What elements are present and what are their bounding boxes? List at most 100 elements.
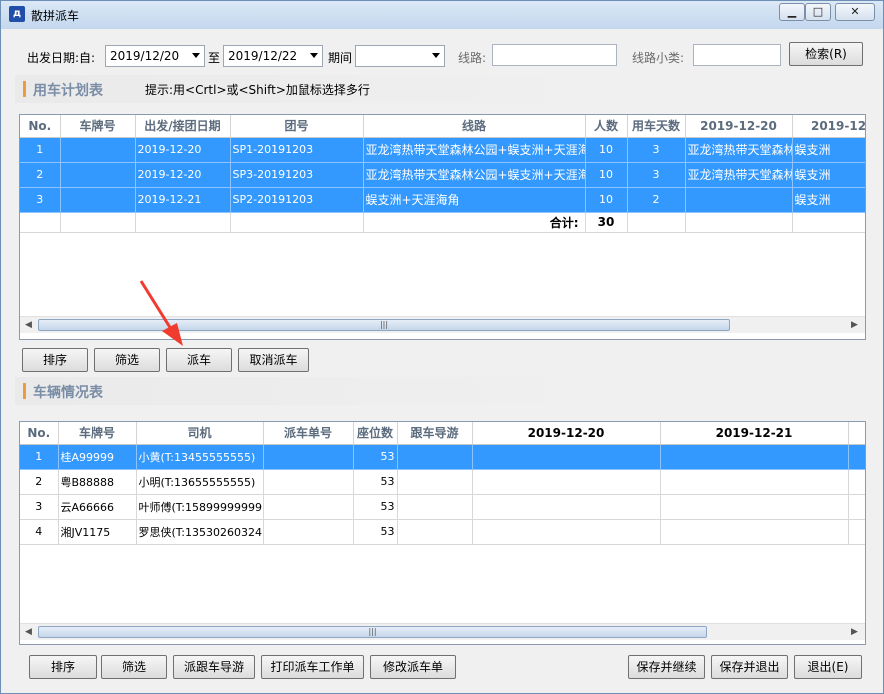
col-plate[interactable]: 车牌号 bbox=[58, 422, 137, 445]
col-day1[interactable]: 2019-12-20 bbox=[685, 115, 793, 138]
cell-plate: 湘JV1175 bbox=[58, 519, 137, 545]
save-continue-button[interactable]: 保存并继续 bbox=[628, 655, 705, 679]
scroll-right-icon[interactable]: ▶ bbox=[846, 624, 863, 640]
cell-date: 2019-12-20 bbox=[135, 162, 231, 188]
cell-seats: 53 bbox=[353, 519, 398, 545]
cell-plate bbox=[60, 137, 136, 163]
cell-driver: 叶师傅(T:15899999999) bbox=[136, 494, 264, 520]
edit-order-button[interactable]: 修改派车单 bbox=[370, 655, 456, 679]
total-label: 合计: bbox=[363, 212, 586, 233]
table-row[interactable]: 4 湘JV1175 罗思侠(T:13530260324) 53 bbox=[20, 519, 865, 545]
vehicle-section-title: 车辆情况表 bbox=[33, 385, 103, 401]
plan-table-header: No. 车牌号 出发/接团日期 团号 线路 人数 用车天数 2019-12-20… bbox=[20, 115, 865, 138]
cell-people: 10 bbox=[585, 137, 628, 163]
maximize-button[interactable]: □ bbox=[805, 3, 831, 21]
cell-guide bbox=[397, 469, 473, 495]
route-label: 线路: bbox=[458, 51, 487, 65]
date-from-picker[interactable]: 2019/12/20 bbox=[105, 45, 205, 67]
col-guide[interactable]: 跟车导游 bbox=[397, 422, 473, 445]
vehicle-h-scrollbar[interactable]: ◀ ||| ▶ bbox=[20, 623, 865, 640]
vehicle-table-header: No. 车牌号 司机 派车单号 座位数 跟车导游 2019-12-20 2019… bbox=[20, 422, 865, 445]
cell-day2 bbox=[660, 444, 849, 470]
cell-no: 4 bbox=[20, 519, 59, 545]
route-input[interactable] bbox=[492, 44, 617, 66]
col-group[interactable]: 团号 bbox=[230, 115, 364, 138]
col-days[interactable]: 用车天数 bbox=[627, 115, 686, 138]
total-value: 30 bbox=[585, 212, 628, 233]
cell-people: 10 bbox=[585, 187, 628, 213]
dispatch-button[interactable]: 派车 bbox=[166, 348, 232, 372]
cell-order bbox=[263, 469, 354, 495]
close-button[interactable]: ✕ bbox=[835, 3, 875, 21]
cell-days: 3 bbox=[627, 162, 686, 188]
print-order-button[interactable]: 打印派车工作单 bbox=[261, 655, 364, 679]
minimize-button[interactable]: ▁ bbox=[779, 3, 805, 21]
cell-route: 蜈支洲+天涯海角 bbox=[363, 187, 586, 213]
col-driver[interactable]: 司机 bbox=[136, 422, 264, 445]
table-row[interactable]: 3 2019-12-21 SP2-20191203 蜈支洲+天涯海角 10 2 … bbox=[20, 187, 865, 213]
title-bar: д 散拼派车 ▁ □ ✕ bbox=[1, 1, 883, 29]
cell-seats: 53 bbox=[353, 444, 398, 470]
scroll-right-icon[interactable]: ▶ bbox=[846, 317, 863, 333]
cell-plate bbox=[60, 162, 136, 188]
cell-group: SP1-20191203 bbox=[230, 137, 364, 163]
cell-date: 2019-12-21 bbox=[135, 187, 231, 213]
scroll-left-icon[interactable]: ◀ bbox=[20, 317, 37, 333]
cell-seats: 53 bbox=[353, 494, 398, 520]
plan-sort-button[interactable]: 排序 bbox=[22, 348, 88, 372]
col-people[interactable]: 人数 bbox=[585, 115, 628, 138]
cell-group: SP3-20191203 bbox=[230, 162, 364, 188]
col-plate[interactable]: 车牌号 bbox=[60, 115, 136, 138]
col-day2[interactable]: 2019-12-21 bbox=[660, 422, 849, 445]
cell-day1 bbox=[472, 494, 661, 520]
exit-button[interactable]: 退出(E) bbox=[794, 655, 862, 679]
col-seats[interactable]: 座位数 bbox=[353, 422, 398, 445]
cell-plate: 云A66666 bbox=[58, 494, 137, 520]
col-date[interactable]: 出发/接团日期 bbox=[135, 115, 231, 138]
table-row[interactable]: 1 2019-12-20 SP1-20191203 亚龙湾热带天堂森林公园+蜈支… bbox=[20, 137, 865, 163]
cancel-dispatch-button[interactable]: 取消派车 bbox=[238, 348, 309, 372]
cell-plate: 桂A99999 bbox=[58, 444, 137, 470]
save-exit-button[interactable]: 保存并退出 bbox=[711, 655, 788, 679]
scroll-thumb[interactable]: ||| bbox=[38, 626, 707, 638]
route-sub-input[interactable] bbox=[693, 44, 781, 66]
assign-guide-button[interactable]: 派跟车导游 bbox=[173, 655, 255, 679]
table-row[interactable]: 2 2019-12-20 SP3-20191203 亚龙湾热带天堂森林公园+蜈支… bbox=[20, 162, 865, 188]
vehicle-filter-button[interactable]: 筛选 bbox=[101, 655, 167, 679]
dispatch-window: д 散拼派车 ▁ □ ✕ 出发日期:自: 2019/12/20 至 2019/1… bbox=[0, 0, 884, 694]
chevron-down-icon[interactable] bbox=[192, 53, 200, 58]
search-button[interactable]: 检索(R) bbox=[789, 42, 863, 66]
scroll-thumb[interactable]: ||| bbox=[38, 319, 730, 331]
col-order[interactable]: 派车单号 bbox=[263, 422, 354, 445]
plan-h-scrollbar[interactable]: ◀ ||| ▶ bbox=[20, 316, 865, 333]
vehicle-sort-button[interactable]: 排序 bbox=[29, 655, 97, 679]
section-bar bbox=[23, 383, 26, 399]
plan-section-title: 用车计划表 bbox=[33, 83, 103, 99]
period-select[interactable] bbox=[355, 45, 445, 67]
date-to-value: 2019/12/22 bbox=[228, 49, 298, 63]
cell-no: 2 bbox=[20, 469, 59, 495]
table-row[interactable]: 1 桂A99999 小黄(T:13455555555) 53 bbox=[20, 444, 865, 470]
plan-filter-button[interactable]: 筛选 bbox=[94, 348, 160, 372]
cell-plate: 粤B88888 bbox=[58, 469, 137, 495]
table-row[interactable]: 2 粤B88888 小明(T:13655555555) 53 bbox=[20, 469, 865, 495]
section-bar bbox=[23, 81, 26, 97]
plan-section-header: 用车计划表 提示:用<Crtl>或<Shift>加鼠标选择多行 bbox=[15, 75, 867, 103]
col-no[interactable]: No. bbox=[20, 115, 61, 138]
col-day1[interactable]: 2019-12-20 bbox=[472, 422, 661, 445]
cell-days: 2 bbox=[627, 187, 686, 213]
col-route[interactable]: 线路 bbox=[363, 115, 586, 138]
table-row[interactable]: 3 云A66666 叶师傅(T:15899999999) 53 bbox=[20, 494, 865, 520]
cell-day1 bbox=[472, 519, 661, 545]
cell-people: 10 bbox=[585, 162, 628, 188]
col-day2[interactable]: 2019-12- bbox=[792, 115, 865, 138]
cell-day1 bbox=[472, 444, 661, 470]
chevron-down-icon[interactable] bbox=[310, 53, 318, 58]
scroll-left-icon[interactable]: ◀ bbox=[20, 624, 37, 640]
chevron-down-icon[interactable] bbox=[432, 53, 440, 58]
date-to-picker[interactable]: 2019/12/22 bbox=[223, 45, 323, 67]
cell-days: 3 bbox=[627, 137, 686, 163]
cell-day2: 蜈支洲 bbox=[792, 187, 865, 213]
col-no[interactable]: No. bbox=[20, 422, 59, 445]
cell-order bbox=[263, 519, 354, 545]
